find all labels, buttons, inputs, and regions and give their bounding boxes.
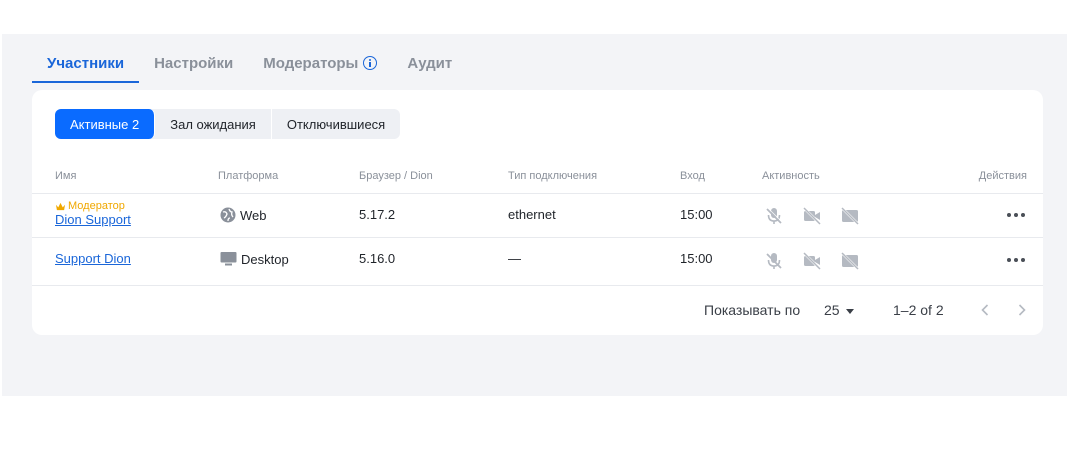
segment-disconnected[interactable]: Отключившиеся (272, 109, 400, 139)
tab-settings[interactable]: Настройки (139, 46, 248, 82)
participant-name-link[interactable]: Support Dion (55, 251, 131, 266)
chevron-left-icon[interactable] (975, 300, 995, 320)
participants-card: Активные 2 Зал ожидания Отключившиеся Им… (32, 90, 1043, 335)
column-name: Имя (55, 170, 77, 182)
mic-off-icon[interactable] (764, 251, 784, 271)
column-platform: Платформа (218, 170, 279, 182)
screen-share-off-icon[interactable] (840, 206, 860, 226)
name-cell: Модератор Dion Support (55, 200, 131, 227)
rows-per-page-value: 25 (824, 302, 840, 318)
table-row: Модератор Dion Support Web 5.17.2 ethern… (32, 194, 1043, 238)
camera-off-icon[interactable] (802, 206, 822, 226)
connection-type: — (508, 251, 521, 266)
browser-version: 5.16.0 (359, 251, 396, 266)
tab-label: Участники (47, 55, 125, 72)
camera-off-icon[interactable] (802, 251, 822, 271)
column-activity: Активность (762, 170, 820, 182)
tab-audit[interactable]: Аудит (392, 46, 467, 82)
left-edge (0, 34, 2, 396)
more-icon[interactable] (1003, 209, 1029, 221)
row-actions (1003, 209, 1029, 221)
chevron-down-icon (845, 308, 854, 314)
login-time: 15:00 (680, 251, 713, 266)
globe-icon (220, 207, 236, 223)
tab-label: Модераторы (263, 55, 359, 72)
monitor-icon (220, 252, 237, 266)
moderator-badge: Модератор (55, 200, 131, 212)
column-browser: Браузер / Dion (359, 170, 433, 182)
more-icon[interactable] (1003, 254, 1029, 266)
column-connection: Тип подключения (508, 170, 598, 182)
segment-active[interactable]: Активные 2 (55, 109, 156, 139)
rows-per-page-label: Показывать по (704, 302, 801, 318)
platform-cell: Web (220, 207, 267, 223)
participant-name-link[interactable]: Dion Support (55, 212, 131, 227)
table-header: Имя Платформа Браузер / Dion Тип подключ… (32, 160, 1043, 194)
platform-cell: Desktop (220, 251, 289, 267)
connection-type: ethernet (508, 207, 556, 222)
crown-icon (56, 202, 65, 210)
tab-bar: Участники Настройки Модераторы Аудит (32, 46, 467, 84)
segment-control: Активные 2 Зал ожидания Отключившиеся (55, 109, 401, 139)
tab-label: Аудит (407, 55, 453, 72)
page-range: 1–2 of 2 (893, 302, 944, 318)
row-actions (1003, 254, 1029, 266)
browser-version: 5.17.2 (359, 207, 396, 222)
moderator-label: Модератор (68, 200, 125, 212)
rows-per-page-select[interactable]: 25 (824, 302, 854, 318)
pagination: Показывать по 25 1–2 of 2 (32, 286, 1043, 332)
activity-icons (764, 206, 860, 226)
mic-off-icon[interactable] (764, 206, 784, 226)
tab-participants[interactable]: Участники (32, 46, 140, 83)
table-row: Support Dion Desktop 5.16.0 — 15:00 (32, 238, 1043, 286)
segment-waiting-room[interactable]: Зал ожидания (155, 109, 272, 139)
column-actions: Действия (978, 170, 1027, 182)
platform-label: Web (240, 207, 267, 223)
activity-icons (764, 251, 860, 271)
screen-share-off-icon[interactable] (840, 251, 860, 271)
info-icon[interactable] (363, 56, 378, 70)
login-time: 15:00 (680, 207, 713, 222)
tab-moderators[interactable]: Модераторы (248, 46, 392, 82)
column-login: Вход (680, 170, 705, 182)
name-cell: Support Dion (55, 251, 131, 266)
platform-label: Desktop (241, 251, 289, 267)
chevron-right-icon[interactable] (1012, 300, 1032, 320)
tab-label: Настройки (154, 55, 234, 72)
